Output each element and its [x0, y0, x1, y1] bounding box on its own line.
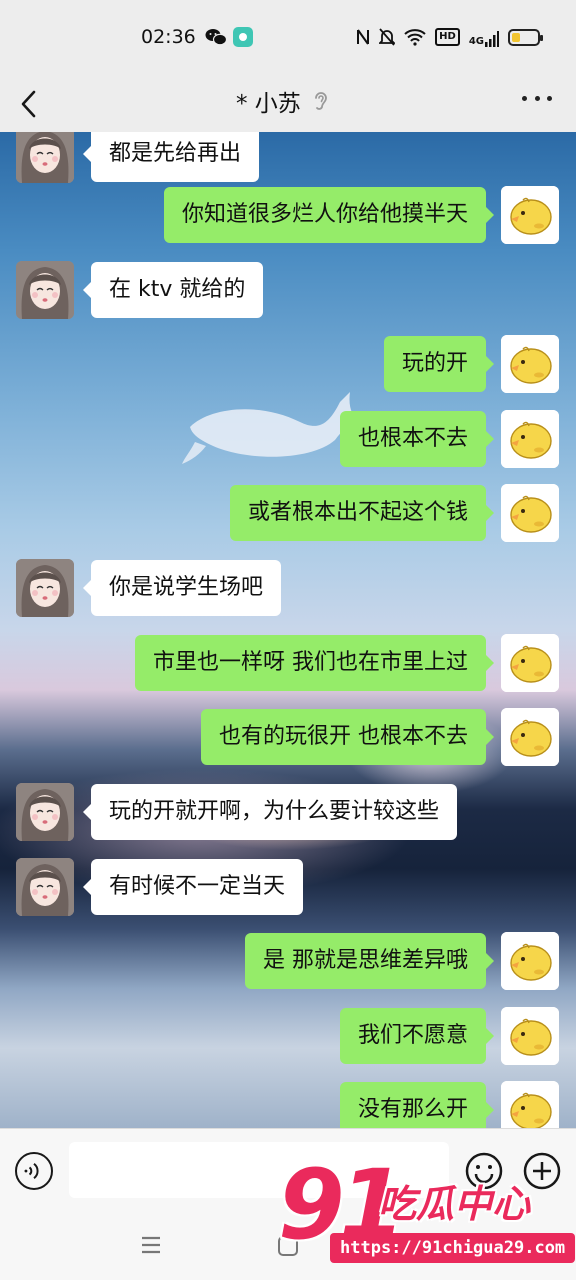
message-bubble[interactable]: 你是说学生场吧 — [82, 560, 282, 616]
status-time: 02:36 — [141, 26, 196, 48]
message-row-received: 你是说学生场吧 — [0, 559, 576, 619]
message-bubble[interactable]: 市里也一样呀 我们也在市里上过 — [135, 635, 494, 691]
contact-avatar[interactable] — [16, 559, 74, 617]
my-avatar[interactable] — [501, 1081, 559, 1128]
my-avatar[interactable] — [501, 932, 559, 990]
contact-avatar[interactable] — [16, 132, 74, 183]
chat-title: * 小苏 — [236, 91, 301, 117]
message-bubble[interactable]: 玩的开就开啊，为什么要计较这些 — [82, 784, 458, 840]
watermark-logo: 91 吃瓜中心 https://91chigua29.com — [278, 1149, 576, 1277]
my-avatar[interactable] — [501, 335, 559, 393]
status-right-icons: HD 4G — [356, 27, 543, 47]
message-row-received: 在 ktv 就给的 — [0, 261, 576, 321]
more-options-icon[interactable] — [522, 94, 552, 102]
status-bar: 02:36 HD 4G — [0, 0, 576, 76]
hd-badge: HD — [435, 28, 460, 46]
message-bubble[interactable]: 有时候不一定当天 — [82, 859, 304, 915]
app-notification-icon — [233, 27, 253, 47]
chat-message-list[interactable]: 都是先给再出 你知道很多烂人你给他摸半天在 ktv 就给的玩的开也根本不去或者根本… — [0, 132, 576, 1128]
my-avatar[interactable] — [501, 186, 559, 244]
wechat-icon — [205, 29, 227, 46]
my-avatar[interactable] — [501, 634, 559, 692]
message-row-received: 玩的开就开啊，为什么要计较这些 — [0, 783, 576, 843]
message-bubble[interactable]: 你知道很多烂人你给他摸半天 — [164, 187, 495, 243]
message-row-sent: 也根本不去 — [0, 410, 576, 470]
message-bubble[interactable]: 是 那就是思维差异哦 — [245, 933, 494, 989]
message-bubble[interactable]: 也根本不去 — [340, 411, 495, 467]
message-bubble[interactable]: 玩的开 — [384, 336, 495, 392]
network-type-label: 4G — [468, 36, 484, 47]
watermark-url: https://91chigua29.com — [330, 1233, 576, 1263]
message-row-sent: 或者根本出不起这个钱 — [0, 484, 576, 544]
message-bubble[interactable]: 在 ktv 就给的 — [82, 262, 264, 318]
voice-input-icon[interactable] — [15, 1152, 53, 1190]
mute-bell-icon — [379, 28, 396, 46]
watermark-name: 吃瓜中心 — [378, 1182, 531, 1226]
message-bubble[interactable]: 没有那么开 — [340, 1082, 495, 1128]
message-bubble[interactable]: 也有的玩很开 也根本不去 — [201, 709, 494, 765]
message-row-sent: 也有的玩很开 也根本不去 — [0, 708, 576, 768]
earpiece-mode-icon — [314, 92, 327, 110]
chat-title-group: * 小苏 — [236, 84, 331, 118]
message-bubble[interactable]: 我们不愿意 — [340, 1008, 495, 1064]
menu-key-icon[interactable] — [140, 1235, 162, 1255]
contact-avatar[interactable] — [16, 858, 74, 916]
wifi-icon — [404, 29, 426, 46]
contact-avatar[interactable] — [16, 783, 74, 841]
battery-icon — [508, 28, 543, 46]
message-row-received: 都是先给再出 — [0, 132, 576, 185]
my-avatar[interactable] — [501, 1007, 559, 1065]
nfc-icon — [357, 29, 370, 45]
message-row-sent: 市里也一样呀 我们也在市里上过 — [0, 634, 576, 694]
signal-icon: 4G — [469, 27, 499, 47]
message-bubble[interactable]: 都是先给再出 — [82, 132, 260, 182]
message-row-sent: 玩的开 — [0, 335, 576, 395]
message-row-sent: 是 那就是思维差异哦 — [0, 932, 576, 992]
contact-avatar[interactable] — [16, 261, 74, 319]
message-row-sent: 我们不愿意 — [0, 1007, 576, 1067]
back-arrow-icon[interactable] — [16, 84, 42, 124]
message-row-sent: 没有那么开 — [0, 1081, 576, 1128]
chat-header: * 小苏 — [0, 76, 576, 132]
my-avatar[interactable] — [501, 708, 559, 766]
message-row-received: 有时候不一定当天 — [0, 858, 576, 918]
message-bubble[interactable]: 或者根本出不起这个钱 — [230, 485, 495, 541]
my-avatar[interactable] — [501, 484, 559, 542]
my-avatar[interactable] — [501, 410, 559, 468]
message-row-sent: 你知道很多烂人你给他摸半天 — [0, 186, 576, 246]
